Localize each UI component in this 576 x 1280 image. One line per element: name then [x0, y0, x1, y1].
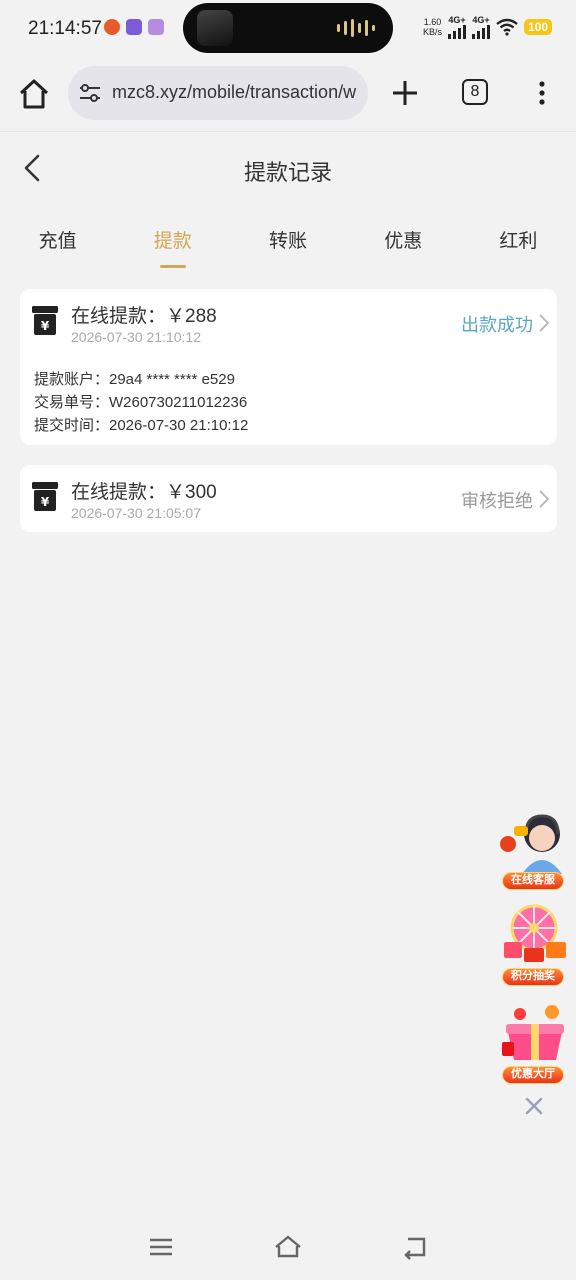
status-time: 21:14:57	[28, 18, 102, 39]
detail-order-number: 交易单号：W260730211012236	[34, 394, 248, 411]
close-icon[interactable]	[524, 1096, 544, 1116]
album-art	[197, 10, 233, 46]
promo-hall-widget[interactable]: 优惠大厅	[498, 1002, 572, 1086]
detail-submit-time: 提交时间：2026-07-30 21:10:12	[34, 417, 249, 434]
signal-bars-icon	[447, 25, 466, 39]
page-title: 提款记录	[243, 160, 332, 185]
notification-icons	[104, 19, 164, 35]
tab-transfer[interactable]: 转账	[230, 210, 345, 270]
detail-account: 提款账户：29a4 **** **** e529	[34, 371, 235, 388]
nav-back-icon[interactable]	[400, 1232, 430, 1262]
chevron-right-icon[interactable]	[538, 489, 550, 509]
status-badge[interactable]: 审核拒绝	[461, 487, 533, 513]
signal-bars-icon	[471, 25, 490, 39]
svg-text:¥: ¥	[41, 319, 50, 333]
net-speed: 1.60 KB/s	[423, 17, 442, 37]
battery-indicator: 100	[523, 19, 552, 35]
tab-withdraw[interactable]: 提款	[115, 210, 230, 270]
customer-service-label[interactable]: 在线客服	[502, 872, 564, 890]
page-header: 提款记录	[0, 133, 576, 203]
tune-icon[interactable]	[78, 81, 102, 105]
more-icon[interactable]	[532, 78, 552, 108]
signal-2-label: 4G+	[472, 15, 490, 25]
record-time: 2026-07-30 21:05:07	[71, 505, 201, 521]
dynamic-island[interactable]	[183, 3, 393, 53]
promo-hall-label[interactable]: 优惠大厅	[502, 1066, 564, 1084]
status-bar: 21:14:57 1.60 KB/s 4G+ 4G+ 100	[0, 0, 576, 58]
withdraw-record-card[interactable]: ¥ 在线提款：￥300 2026-07-30 21:05:07 审核拒绝	[20, 465, 557, 532]
signal-1: 4G+	[447, 15, 466, 39]
wifi-icon	[496, 18, 518, 36]
support-agent-icon	[500, 814, 562, 874]
status-indicators: 1.60 KB/s 4G+ 4G+ 100	[423, 15, 552, 39]
record-title: 在线提款：￥300	[71, 482, 217, 503]
lottery-widget[interactable]: 积分抽奖	[498, 902, 572, 988]
app-badge-icon	[148, 19, 164, 35]
tab-promotion[interactable]: 优惠	[346, 210, 461, 270]
net-speed-value: 1.60	[423, 17, 442, 27]
signal-1-label: 4G+	[448, 15, 466, 25]
url-bar[interactable]: mzc8.xyz/mobile/transaction/w	[68, 66, 368, 120]
audio-wave-icon	[337, 19, 375, 37]
svg-text:¥: ¥	[41, 495, 50, 509]
plus-icon[interactable]	[390, 78, 420, 108]
tab-bonus[interactable]: 红利	[461, 210, 576, 270]
vpn-shield-icon	[126, 19, 142, 35]
system-nav-bar	[0, 1218, 576, 1280]
prize-wheel-icon	[504, 904, 566, 962]
lottery-label[interactable]: 积分抽奖	[502, 968, 564, 986]
chevron-right-icon[interactable]	[538, 313, 550, 333]
signal-2: 4G+	[471, 15, 490, 39]
cash-box-icon: ¥	[32, 482, 58, 511]
nav-home-icon[interactable]	[273, 1232, 303, 1262]
menu-icon[interactable]	[146, 1232, 176, 1262]
browser-toolbar: mzc8.xyz/mobile/transaction/w 8	[0, 58, 576, 132]
tab-deposit[interactable]: 充值	[0, 210, 115, 270]
cash-box-icon: ¥	[32, 306, 58, 335]
record-tabs: 充值 提款 转账 优惠 红利	[0, 210, 576, 270]
home-icon[interactable]	[16, 76, 52, 112]
customer-service-widget[interactable]: 在线客服	[498, 808, 572, 892]
status-badge[interactable]: 出款成功	[461, 311, 533, 337]
record-time: 2026-07-30 21:10:12	[71, 329, 201, 345]
game-app-icon	[104, 19, 120, 35]
url-text[interactable]: mzc8.xyz/mobile/transaction/w	[112, 82, 356, 103]
tabs-icon[interactable]: 8	[462, 79, 488, 105]
gift-box-icon	[502, 1005, 564, 1060]
withdraw-record-card[interactable]: ¥ 在线提款：￥288 2026-07-30 21:10:12 出款成功 提款账…	[20, 289, 557, 445]
record-title: 在线提款：￥288	[71, 306, 217, 327]
net-speed-unit: KB/s	[422, 27, 442, 37]
